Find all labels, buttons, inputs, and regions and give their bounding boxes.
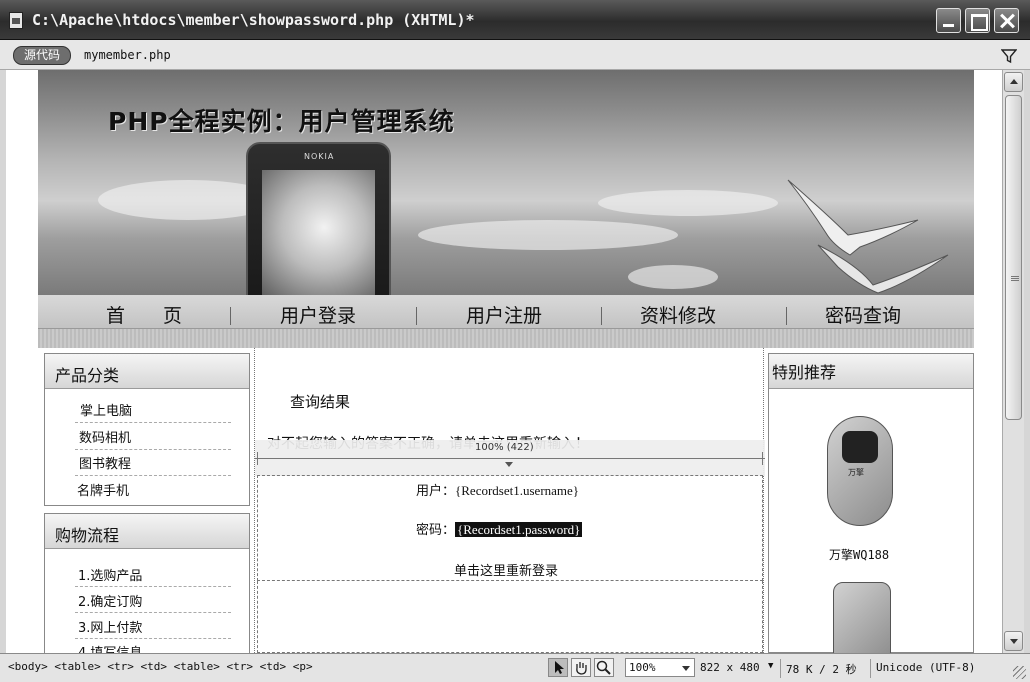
page-layout: PHP全程实例：用户管理系统 NOKIA 首 页 用户登录 用户注册 资料修改 …: [38, 70, 974, 653]
cloud-decoration: [628, 265, 718, 289]
encoding-label: Unicode (UTF-8): [876, 661, 976, 674]
title-bar: C:\Apache\htdocs\member\showpassword.php…: [0, 0, 1030, 40]
resize-grip[interactable]: [1013, 666, 1026, 679]
document-toolbar: 源代码 mymember.php: [0, 40, 1030, 70]
maximize-button[interactable]: [965, 8, 990, 33]
zoom-select[interactable]: 100%: [625, 658, 695, 677]
close-button[interactable]: [994, 8, 1019, 33]
zoom-tool-button[interactable]: [594, 658, 614, 677]
relogin-link[interactable]: 单击这里重新登录: [454, 560, 558, 579]
banner: PHP全程实例：用户管理系统 NOKIA: [38, 70, 974, 295]
process-heading: 购物流程: [45, 514, 249, 549]
chevron-down-icon[interactable]: [505, 462, 513, 467]
nav-home[interactable]: 首 页: [106, 301, 182, 328]
status-bar: <body> <table> <tr> <td> <table> <tr> <t…: [0, 653, 1030, 682]
tag-selector[interactable]: <body> <table> <tr> <td> <table> <tr> <t…: [8, 660, 313, 673]
nav-divider: [230, 307, 231, 325]
magnifier-icon: [596, 660, 611, 675]
result-heading: 查询结果: [290, 393, 351, 411]
category-item[interactable]: 掌上电脑: [80, 400, 132, 419]
cloud-decoration: [598, 190, 778, 216]
document-icon: [9, 12, 23, 29]
username-binding[interactable]: {Recordset1.username}: [455, 483, 579, 498]
product-name[interactable]: 万擎WQ188: [829, 546, 889, 563]
filter-icon[interactable]: [1001, 48, 1017, 64]
nokia-phone-image: NOKIA: [246, 142, 391, 295]
source-code-button[interactable]: 源代码: [13, 46, 71, 65]
window-title: C:\Apache\htdocs\member\showpassword.php…: [32, 11, 475, 29]
download-size: 78 K / 2 秒: [786, 663, 857, 676]
result-table: 用户：{Recordset1.username} 密码： {Recordset1.…: [257, 475, 763, 581]
password-row: 密码： {Recordset1.password}: [416, 519, 583, 538]
nav-edit-profile[interactable]: 资料修改: [640, 301, 716, 328]
design-view: PHP全程实例：用户管理系统 NOKIA 首 页 用户登录 用户注册 资料修改 …: [6, 70, 1002, 653]
nav-register[interactable]: 用户注册: [466, 301, 542, 328]
phone-logo: 万擎: [848, 468, 864, 477]
product-image[interactable]: 万擎: [827, 416, 893, 526]
related-file-tab[interactable]: mymember.php: [84, 48, 171, 62]
select-tool-button[interactable]: [548, 658, 568, 677]
cloud-decoration: [418, 220, 678, 250]
vertical-scrollbar[interactable]: [1002, 70, 1024, 653]
recommend-heading: 特别推荐: [769, 354, 973, 389]
process-item[interactable]: 1.选购产品: [78, 565, 142, 584]
process-item[interactable]: 3.网上付款: [78, 617, 142, 636]
hand-icon: [576, 662, 587, 675]
empty-table-row: [257, 581, 763, 653]
nav-login[interactable]: 用户登录: [280, 301, 356, 328]
process-item[interactable]: 2.确定订购: [78, 591, 142, 610]
process-item[interactable]: 4.填写信息: [78, 642, 142, 653]
recommend-box: 特别推荐 万擎 万擎WQ188: [768, 353, 974, 653]
window-size-select[interactable]: 822 x 480: [700, 661, 760, 674]
main-nav: 首 页 用户登录 用户注册 资料修改 密码查询: [38, 295, 974, 329]
product-image[interactable]: [833, 582, 891, 653]
password-binding[interactable]: {Recordset1.password}: [455, 522, 583, 537]
process-box: 购物流程 1.选购产品 2.确定订购 3.网上付款 4.填写信息: [44, 513, 250, 653]
username-row: 用户：{Recordset1.username}: [416, 480, 579, 499]
password-label: 密码：: [416, 523, 456, 538]
phone-brand: NOKIA: [304, 152, 335, 161]
nav-divider: [786, 307, 787, 325]
category-box: 产品分类 掌上电脑 数码相机 图书教程 名牌手机: [44, 353, 250, 506]
minimize-button[interactable]: [936, 8, 961, 33]
arrow-pointer-icon: [555, 661, 564, 674]
scroll-thumb[interactable]: [1005, 95, 1022, 420]
hand-tool-button[interactable]: [571, 658, 591, 677]
banner-title: PHP全程实例：用户管理系统: [108, 107, 455, 136]
nav-strip: [38, 329, 974, 348]
nav-password-lookup[interactable]: 密码查询: [825, 301, 901, 328]
username-label: 用户：: [416, 484, 456, 499]
nav-divider: [601, 307, 602, 325]
chevron-down-icon[interactable]: ▼: [768, 661, 773, 671]
table-width-ruler: 100% (422): [255, 440, 765, 476]
scroll-up-button[interactable]: [1004, 72, 1023, 92]
main-content: 查询结果 对不起您输入的答案不正确，请单击这里重新输入！ 100% (422) …: [254, 348, 765, 653]
category-item[interactable]: 图书教程: [79, 453, 131, 472]
scroll-down-button[interactable]: [1004, 631, 1023, 651]
seagull-image: [787, 179, 949, 294]
category-heading: 产品分类: [45, 354, 249, 389]
category-item[interactable]: 名牌手机: [77, 480, 129, 499]
category-item[interactable]: 数码相机: [79, 427, 131, 446]
table-width-label[interactable]: 100% (422): [473, 442, 536, 453]
nav-divider: [416, 307, 417, 325]
